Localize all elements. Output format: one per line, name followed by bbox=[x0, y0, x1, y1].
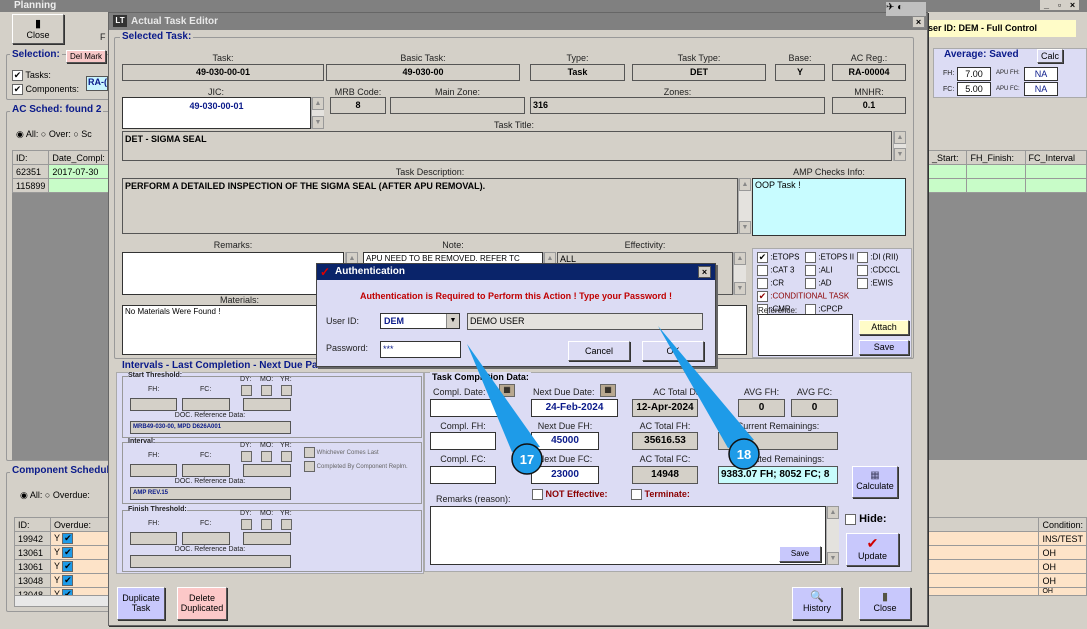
callout-18-label: 18 bbox=[737, 447, 751, 462]
callout-18-pointer bbox=[658, 326, 754, 448]
callout-17-label: 17 bbox=[520, 452, 534, 467]
callout-17-pointer bbox=[467, 344, 540, 452]
callout-pointers: 17 18 bbox=[467, 326, 760, 475]
